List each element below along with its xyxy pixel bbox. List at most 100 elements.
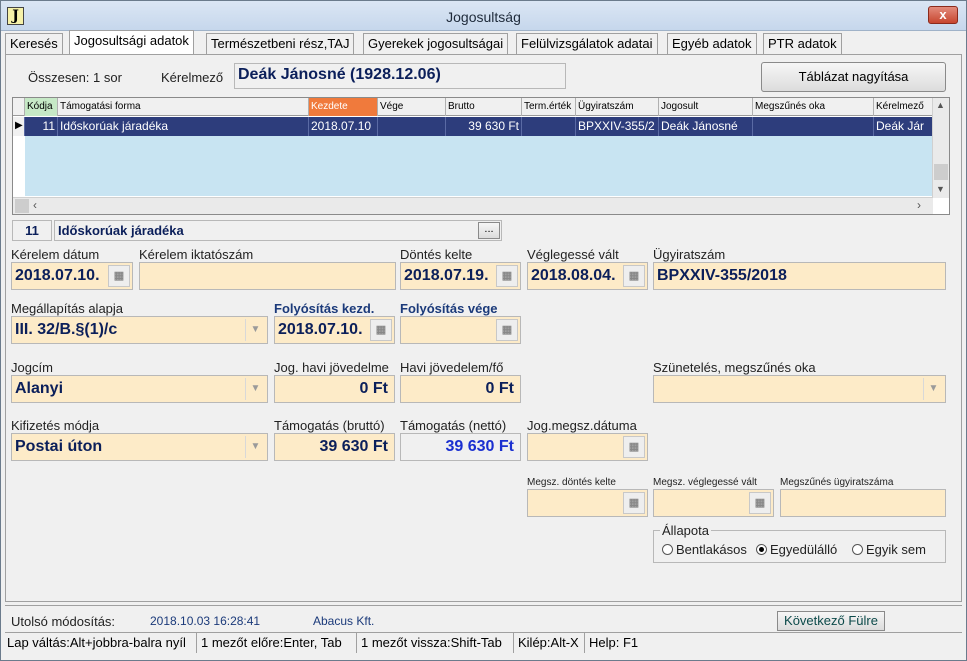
megszunes-ugyiratszama-label: Megszűnés ügyiratszáma	[780, 477, 894, 488]
megallapitas-alapja-select[interactable]: III. 32/B.§(1)/c ▼	[11, 316, 268, 344]
tab-gyerekek[interactable]: Gyerekek jogosultságai	[363, 33, 509, 54]
col-header-kerelmezo[interactable]: Kérelmező	[874, 98, 933, 116]
jogcim-select[interactable]: Alanyi ▼	[11, 375, 268, 403]
status-exit: Kilép:Alt-X	[516, 633, 585, 653]
status-next-field: 1 mezőt előre:Enter, Tab	[199, 633, 357, 653]
radio-icon[interactable]	[852, 544, 863, 555]
calendar-icon[interactable]: ▦	[496, 319, 518, 341]
radio-icon[interactable]	[662, 544, 673, 555]
tab-jogosultsagi-adatok[interactable]: Jogosultsági adatok	[69, 30, 194, 54]
kerelem-datum-field[interactable]: 2018.07.10. ▦	[11, 262, 133, 290]
chevron-down-icon[interactable]: ▼	[245, 436, 265, 458]
jogcim-value: Alanyi	[15, 380, 64, 397]
radio-bentlakasos-label: Bentlakásos	[676, 542, 747, 557]
next-tab-button[interactable]: Következő Fülre	[777, 611, 885, 631]
window: J Jogosultság x Keresés Jogosultsági ada…	[0, 0, 967, 661]
col-header-ugyiratszam[interactable]: Ügyiratszám	[576, 98, 659, 116]
calendar-icon[interactable]: ▦	[749, 492, 771, 514]
megsz-veglegesse-valt-field[interactable]: ▦	[653, 489, 774, 517]
megszunes-ugyiratszama-field[interactable]	[780, 489, 946, 517]
folyositas-kezd-field[interactable]: 2018.07.10. ▦	[274, 316, 395, 344]
scroll-thumb[interactable]	[934, 164, 948, 180]
status-bar: Lap váltás:Alt+jobbra-balra nyíl 1 mezőt…	[5, 632, 962, 653]
radio-egyedulallo[interactable]: Egyedülálló	[756, 542, 837, 557]
calendar-icon[interactable]: ▦	[623, 436, 645, 458]
row-indicator-header	[13, 98, 25, 116]
col-header-term-ertek[interactable]: Term.érték	[522, 98, 576, 116]
col-header-vege[interactable]: Vége	[378, 98, 446, 116]
cell-megszunes-oka[interactable]	[753, 117, 874, 136]
applicant-label: Kérelmező	[161, 70, 224, 85]
veglegesse-valt-field[interactable]: 2018.08.04. ▦	[527, 262, 648, 290]
radio-egyik-sem-label: Egyik sem	[866, 542, 926, 557]
radio-egyedulallo-label: Egyedülálló	[770, 542, 838, 557]
support-browse-button[interactable]: ...	[478, 222, 500, 239]
col-header-kodja[interactable]: Kódja	[25, 98, 58, 116]
megsz-dontes-kelte-field[interactable]: ▦	[527, 489, 648, 517]
jog-havi-jovedelme-field[interactable]: 0 Ft	[274, 375, 395, 403]
calendar-icon[interactable]: ▦	[108, 265, 130, 287]
scroll-down-icon[interactable]: ▼	[936, 184, 945, 194]
tab-kereses[interactable]: Keresés	[5, 33, 63, 54]
calendar-icon[interactable]: ▦	[623, 265, 645, 287]
col-header-brutto[interactable]: Brutto	[446, 98, 522, 116]
tamogatas-netto-label: Támogatás (nettó)	[400, 418, 507, 433]
dontes-kelte-field[interactable]: 2018.07.19. ▦	[400, 262, 521, 290]
col-header-jogosult[interactable]: Jogosult	[659, 98, 753, 116]
tamogatas-brutto-label: Támogatás (bruttó)	[274, 418, 385, 433]
kerelem-datum-label: Kérelem dátum	[11, 247, 100, 262]
scroll-right-icon[interactable]: ›	[917, 198, 921, 212]
tab-felulvizsgalatok[interactable]: Felülvizsgálatok adatai	[516, 33, 658, 54]
cell-tamogatasi-forma[interactable]: Időskorúak járadéka	[58, 117, 309, 136]
horizontal-scrollbar[interactable]: ‹ ›	[13, 197, 933, 214]
cell-kerelmezo[interactable]: Deák Jár	[874, 117, 933, 136]
jog-megsz-datuma-field[interactable]: ▦	[527, 433, 648, 461]
tab-ptr-adatok[interactable]: PTR adatok	[763, 33, 842, 54]
folyositas-kezd-label: Folyósítás kezd.	[274, 301, 375, 316]
radio-icon[interactable]	[756, 544, 767, 555]
chevron-down-icon[interactable]: ▼	[923, 378, 943, 400]
tab-egyeb-adatok[interactable]: Egyéb adatok	[667, 33, 757, 54]
tab-panel: Összesen: 1 sor Kérelmező Deák Jánosné (…	[5, 54, 962, 602]
calendar-icon[interactable]: ▦	[370, 319, 392, 341]
scroll-left-icon[interactable]: ‹	[33, 198, 37, 212]
jog-havi-jovedelme-label: Jog. havi jövedelme	[274, 360, 389, 375]
szuneteles-oka-select[interactable]: ▼	[653, 375, 946, 403]
modified-by: Abacus Kft.	[313, 614, 375, 628]
last-modified-label: Utolsó módosítás:	[11, 614, 116, 629]
radio-egyik-sem[interactable]: Egyik sem	[852, 542, 926, 557]
vertical-scrollbar[interactable]: ▲ ▼	[932, 98, 949, 198]
last-modified-value: 2018.10.03 16:28:41	[150, 614, 261, 628]
havi-jovedelem-fo-label: Havi jövedelem/fő	[400, 360, 504, 375]
tamogatas-brutto-field[interactable]: 39 630 Ft	[274, 433, 395, 461]
close-button[interactable]: x	[928, 6, 958, 24]
cell-term-ertek[interactable]	[522, 117, 576, 136]
enlarge-table-button[interactable]: Táblázat nagyítása	[761, 62, 946, 92]
tab-termeszetbeni-resz[interactable]: Természetbeni rész,TAJ	[206, 33, 355, 54]
cell-brutto[interactable]: 39 630 Ft	[446, 117, 522, 136]
col-header-tamogatasi-forma[interactable]: Támogatási forma	[58, 98, 309, 116]
table-row[interactable]: ▶ 11 Időskorúak járadéka 2018.07.10 39 6…	[13, 117, 933, 136]
cell-ugyiratszam[interactable]: BPXXIV-355/2	[576, 117, 659, 136]
cell-kezdete[interactable]: 2018.07.10	[309, 117, 378, 136]
support-code-field[interactable]: 11	[12, 220, 52, 241]
chevron-down-icon[interactable]: ▼	[245, 378, 265, 400]
calendar-icon[interactable]: ▦	[623, 492, 645, 514]
havi-jovedelem-fo-field[interactable]: 0 Ft	[400, 375, 521, 403]
cell-jogosult[interactable]: Deák Jánosné	[659, 117, 753, 136]
ugyiratszam-field[interactable]: BPXXIV-355/2018	[653, 262, 946, 290]
footer: Utolsó módosítás: 2018.10.03 16:28:41 Ab…	[5, 605, 962, 631]
folyositas-vege-field[interactable]: ▦	[400, 316, 521, 344]
kifizetes-modja-select[interactable]: Postai úton ▼	[11, 433, 268, 461]
cell-kodja[interactable]: 11	[25, 117, 58, 136]
scroll-up-icon[interactable]: ▲	[936, 100, 945, 110]
chevron-down-icon[interactable]: ▼	[245, 319, 265, 341]
support-name-field[interactable]: Időskorúak járadéka	[54, 220, 502, 241]
col-header-kezdete[interactable]: Kezdete	[309, 98, 378, 116]
kerelem-iktatoszam-field[interactable]	[139, 262, 396, 290]
cell-vege[interactable]	[378, 117, 446, 136]
calendar-icon[interactable]: ▦	[496, 265, 518, 287]
col-header-megszunes-oka[interactable]: Megszűnés oka	[753, 98, 874, 116]
radio-bentlakasos[interactable]: Bentlakásos	[662, 542, 747, 557]
hscroll-thumb[interactable]	[15, 199, 29, 213]
